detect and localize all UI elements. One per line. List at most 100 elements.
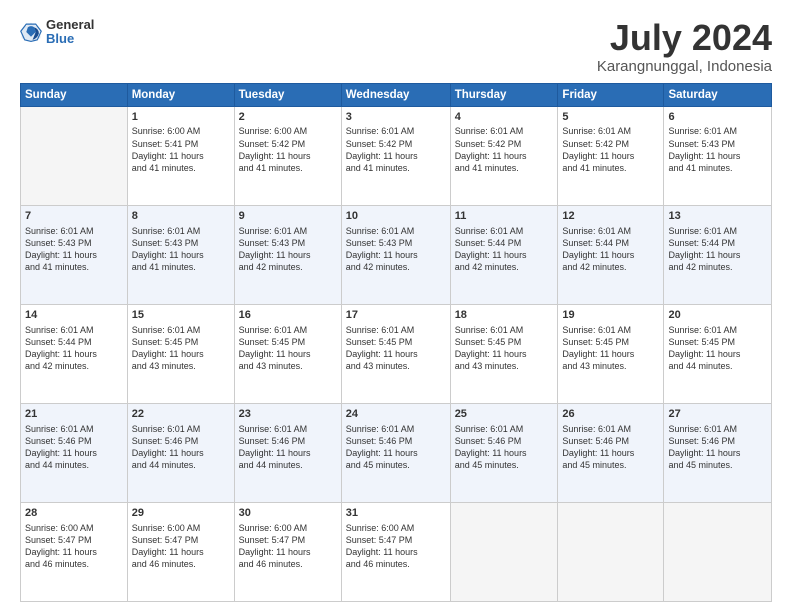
day-number: 29	[132, 506, 230, 521]
day-number: 24	[346, 407, 446, 422]
day-info: Sunrise: 6:01 AM	[668, 225, 767, 237]
day-info: and 42 minutes.	[239, 261, 337, 273]
calendar-cell: 28Sunrise: 6:00 AMSunset: 5:47 PMDayligh…	[21, 502, 128, 601]
day-info: Sunrise: 6:01 AM	[132, 225, 230, 237]
day-info: Daylight: 11 hours	[562, 150, 659, 162]
day-info: Sunset: 5:45 PM	[455, 336, 554, 348]
calendar-cell	[558, 502, 664, 601]
day-info: Daylight: 11 hours	[239, 348, 337, 360]
day-info: Sunset: 5:42 PM	[239, 138, 337, 150]
day-info: Daylight: 11 hours	[25, 348, 123, 360]
location: Karangnunggal, Indonesia	[597, 58, 772, 75]
day-info: Sunrise: 6:01 AM	[562, 225, 659, 237]
day-info: Sunset: 5:45 PM	[346, 336, 446, 348]
day-number: 20	[668, 308, 767, 323]
day-info: Sunset: 5:46 PM	[562, 435, 659, 447]
calendar-cell: 31Sunrise: 6:00 AMSunset: 5:47 PMDayligh…	[341, 502, 450, 601]
day-info: Daylight: 11 hours	[25, 546, 123, 558]
day-number: 9	[239, 209, 337, 224]
day-number: 11	[455, 209, 554, 224]
day-info: Sunset: 5:46 PM	[239, 435, 337, 447]
logo-icon	[20, 21, 42, 43]
day-info: Sunrise: 6:01 AM	[455, 324, 554, 336]
day-info: Sunrise: 6:00 AM	[346, 522, 446, 534]
calendar-cell	[664, 502, 772, 601]
day-info: Sunrise: 6:01 AM	[132, 324, 230, 336]
day-info: and 41 minutes.	[239, 162, 337, 174]
day-number: 1	[132, 110, 230, 125]
day-info: Sunset: 5:44 PM	[25, 336, 123, 348]
day-info: Daylight: 11 hours	[346, 150, 446, 162]
day-info: Sunrise: 6:01 AM	[346, 324, 446, 336]
day-info: Sunset: 5:43 PM	[668, 138, 767, 150]
day-info: Daylight: 11 hours	[239, 447, 337, 459]
day-info: Sunrise: 6:01 AM	[455, 423, 554, 435]
calendar-cell: 29Sunrise: 6:00 AMSunset: 5:47 PMDayligh…	[127, 502, 234, 601]
day-info: Daylight: 11 hours	[455, 447, 554, 459]
day-info: and 41 minutes.	[346, 162, 446, 174]
calendar-cell: 19Sunrise: 6:01 AMSunset: 5:45 PMDayligh…	[558, 304, 664, 403]
logo: General Blue	[20, 18, 94, 47]
day-info: and 44 minutes.	[132, 459, 230, 471]
day-info: Sunset: 5:46 PM	[132, 435, 230, 447]
day-info: Daylight: 11 hours	[346, 348, 446, 360]
day-info: and 42 minutes.	[346, 261, 446, 273]
day-info: Daylight: 11 hours	[346, 447, 446, 459]
day-info: Sunset: 5:45 PM	[132, 336, 230, 348]
day-info: Daylight: 11 hours	[562, 447, 659, 459]
day-info: and 41 minutes.	[132, 162, 230, 174]
day-info: Sunrise: 6:00 AM	[239, 125, 337, 137]
day-info: Sunrise: 6:00 AM	[132, 125, 230, 137]
calendar-cell: 3Sunrise: 6:01 AMSunset: 5:42 PMDaylight…	[341, 106, 450, 205]
day-info: Sunset: 5:45 PM	[239, 336, 337, 348]
day-number: 28	[25, 506, 123, 521]
day-info: Sunrise: 6:01 AM	[668, 423, 767, 435]
day-info: Daylight: 11 hours	[132, 150, 230, 162]
day-info: Daylight: 11 hours	[668, 348, 767, 360]
calendar-cell: 9Sunrise: 6:01 AMSunset: 5:43 PMDaylight…	[234, 205, 341, 304]
day-number: 18	[455, 308, 554, 323]
calendar-cell: 13Sunrise: 6:01 AMSunset: 5:44 PMDayligh…	[664, 205, 772, 304]
month-title: July 2024	[597, 18, 772, 58]
day-info: Sunrise: 6:00 AM	[132, 522, 230, 534]
calendar-table: SundayMondayTuesdayWednesdayThursdayFrid…	[20, 83, 772, 602]
day-info: Sunset: 5:43 PM	[132, 237, 230, 249]
logo-text: General Blue	[46, 18, 94, 47]
day-info: Sunrise: 6:01 AM	[132, 423, 230, 435]
logo-general-text: General	[46, 18, 94, 32]
day-info: Daylight: 11 hours	[346, 546, 446, 558]
day-info: Daylight: 11 hours	[668, 249, 767, 261]
day-info: Sunset: 5:45 PM	[562, 336, 659, 348]
day-info: Sunset: 5:42 PM	[562, 138, 659, 150]
day-info: Sunset: 5:42 PM	[346, 138, 446, 150]
day-number: 30	[239, 506, 337, 521]
calendar-week-row: 21Sunrise: 6:01 AMSunset: 5:46 PMDayligh…	[21, 403, 772, 502]
calendar-cell: 27Sunrise: 6:01 AMSunset: 5:46 PMDayligh…	[664, 403, 772, 502]
day-number: 17	[346, 308, 446, 323]
day-info: Sunrise: 6:01 AM	[562, 324, 659, 336]
day-info: and 46 minutes.	[25, 558, 123, 570]
day-info: Daylight: 11 hours	[25, 447, 123, 459]
calendar-header-friday: Friday	[558, 83, 664, 106]
day-number: 22	[132, 407, 230, 422]
day-info: Sunrise: 6:01 AM	[239, 423, 337, 435]
day-info: and 41 minutes.	[668, 162, 767, 174]
day-info: Sunset: 5:44 PM	[668, 237, 767, 249]
day-number: 7	[25, 209, 123, 224]
day-info: Sunrise: 6:01 AM	[668, 324, 767, 336]
day-number: 25	[455, 407, 554, 422]
title-section: July 2024 Karangnunggal, Indonesia	[597, 18, 772, 75]
calendar-header-wednesday: Wednesday	[341, 83, 450, 106]
day-info: Sunrise: 6:01 AM	[239, 225, 337, 237]
calendar-cell: 24Sunrise: 6:01 AMSunset: 5:46 PMDayligh…	[341, 403, 450, 502]
day-info: Sunset: 5:43 PM	[346, 237, 446, 249]
day-number: 10	[346, 209, 446, 224]
day-number: 27	[668, 407, 767, 422]
logo-blue-text: Blue	[46, 32, 94, 46]
day-info: and 41 minutes.	[132, 261, 230, 273]
calendar-week-row: 28Sunrise: 6:00 AMSunset: 5:47 PMDayligh…	[21, 502, 772, 601]
day-info: Daylight: 11 hours	[346, 249, 446, 261]
day-info: Daylight: 11 hours	[25, 249, 123, 261]
day-number: 31	[346, 506, 446, 521]
day-info: Sunrise: 6:00 AM	[239, 522, 337, 534]
